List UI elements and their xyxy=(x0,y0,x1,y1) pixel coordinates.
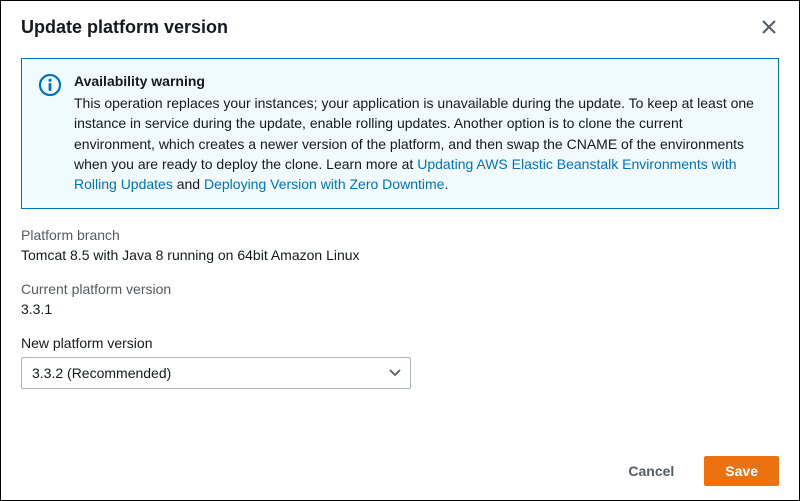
modal-title: Update platform version xyxy=(21,17,228,38)
alert-text-part3: . xyxy=(444,176,448,192)
current-version-value: 3.3.1 xyxy=(21,301,779,317)
save-button[interactable]: Save xyxy=(704,456,779,486)
current-version-label: Current platform version xyxy=(21,281,779,297)
new-version-field: New platform version 3.3.2 (Recommended) xyxy=(21,335,779,389)
alert-text-part2: and xyxy=(173,176,204,192)
platform-branch-field: Platform branch Tomcat 8.5 with Java 8 r… xyxy=(21,227,779,263)
close-button[interactable] xyxy=(759,17,779,37)
new-version-selected-text: 3.3.2 (Recommended) xyxy=(32,365,171,381)
platform-branch-value: Tomcat 8.5 with Java 8 running on 64bit … xyxy=(21,247,779,263)
availability-warning-alert: Availability warning This operation repl… xyxy=(21,58,779,209)
close-icon xyxy=(762,20,776,34)
modal-body: Availability warning This operation repl… xyxy=(1,58,799,389)
alert-title: Availability warning xyxy=(74,73,762,89)
new-version-label: New platform version xyxy=(21,335,779,351)
new-version-select[interactable]: 3.3.2 (Recommended) xyxy=(21,357,411,389)
platform-branch-label: Platform branch xyxy=(21,227,779,243)
new-version-select-wrapper: 3.3.2 (Recommended) xyxy=(21,357,411,389)
current-version-field: Current platform version 3.3.1 xyxy=(21,281,779,317)
cancel-button[interactable]: Cancel xyxy=(608,457,694,485)
zero-downtime-link[interactable]: Deploying Version with Zero Downtime xyxy=(204,176,444,192)
alert-content: Availability warning This operation repl… xyxy=(74,73,762,194)
modal-footer: Cancel Save xyxy=(608,456,779,486)
info-icon xyxy=(38,73,62,97)
modal-header: Update platform version xyxy=(1,1,799,50)
update-platform-modal: Update platform version Availability war… xyxy=(0,0,800,501)
alert-text: This operation replaces your instances; … xyxy=(74,93,762,194)
